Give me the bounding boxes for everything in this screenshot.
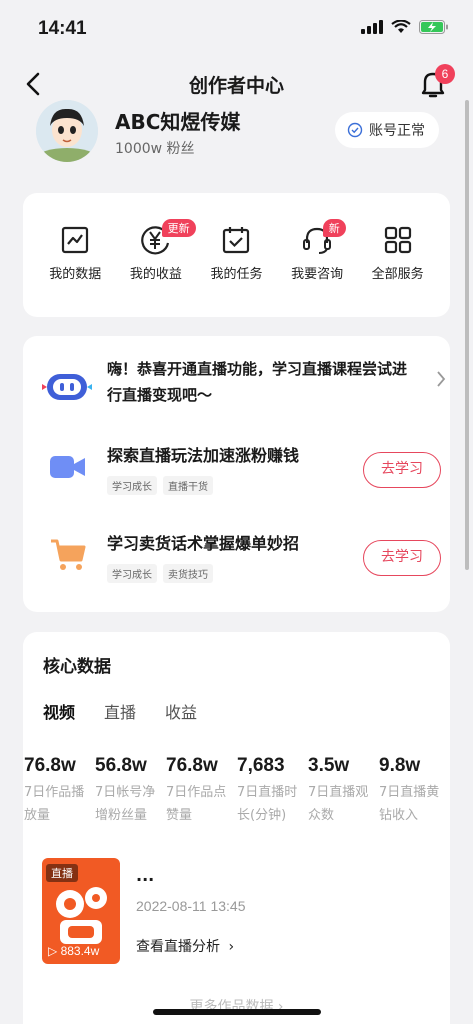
signal-icon (361, 20, 383, 34)
metric-label: 7日帐号净增粉丝量 (95, 785, 156, 823)
service-label: 我的数据 (49, 267, 102, 282)
tag: 卖货技巧 (163, 564, 213, 583)
metric-value: 3.5w (308, 755, 350, 776)
avatar[interactable] (36, 100, 98, 162)
learn-button[interactable]: 去学习 (363, 452, 441, 488)
metric-likes[interactable]: 76.8w 7日作品点赞量 (166, 755, 237, 827)
status-icons (361, 20, 449, 34)
live-promo-header[interactable]: 嗨！恭喜开通直播功能，学习直播课程尝试进行直播变现吧～ (41, 356, 446, 416)
metric-label: 7日作品点赞量 (166, 785, 227, 823)
update-badge: 更新 (161, 219, 196, 237)
shopping-cart-icon (51, 539, 86, 570)
tab-video[interactable]: 视频 (43, 699, 75, 723)
metrics-row: 76.8w 7日作品播放量 56.8w 7日帐号净增粉丝量 76.8w 7日作品… (0, 755, 473, 827)
tag-list: 学习成长 直播干货 (107, 476, 213, 495)
service-all[interactable]: 全部服务 (357, 225, 438, 317)
metric-label: 7日作品播放量 (24, 785, 85, 823)
services-card: 我的数据 更新 我的收益 我的任务 新 我要咨询 全部服务 (23, 193, 450, 317)
metric-yellow-diamond-income[interactable]: 9.8w 7日直播黄钻收入 (379, 755, 450, 827)
metric-label: 7日直播黄钻收入 (379, 785, 440, 823)
service-label: 我要咨询 (291, 267, 344, 282)
link-label: 查看直播分析 (136, 939, 220, 955)
service-consult[interactable]: 新 我要咨询 (277, 219, 358, 317)
battery-charging-icon (419, 20, 448, 34)
avatar-illustration (36, 100, 98, 162)
service-label: 全部服务 (371, 267, 424, 282)
metric-label: 7日直播时长(分钟) (237, 785, 298, 823)
video-camera-icon (50, 456, 85, 478)
metric-live-viewers[interactable]: 3.5w 7日直播观众数 (308, 755, 379, 827)
metric-value: 76.8w (24, 755, 76, 776)
service-my-earnings[interactable]: 更新 我的收益 (116, 219, 197, 317)
learn-row-sales-tips: 学习卖货话术掌握爆单妙招 学习成长 卖货技巧 去学习 (41, 530, 441, 590)
view-count-value: 883.4w (60, 944, 100, 958)
fan-count: 1000w 粉丝 (115, 141, 195, 157)
chevron-right-icon: › (228, 939, 235, 955)
metric-value: 76.8w (166, 755, 218, 776)
grid-icon (384, 226, 411, 254)
service-label: 我的任务 (210, 267, 263, 282)
metric-value: 56.8w (95, 755, 147, 776)
page-title: 创作者中心 (188, 75, 284, 97)
tag: 学习成长 (107, 564, 157, 583)
live-promo-headline: 嗨！恭喜开通直播功能，学习直播课程尝试进行直播变现吧～ (107, 360, 408, 404)
profile-name: ABC知煜传媒 (115, 110, 241, 134)
work-date: 2022-08-11 13:45 (136, 898, 246, 914)
tag: 直播干货 (163, 476, 213, 495)
work-thumbnail[interactable]: 直播 ▷ 883.4w (42, 858, 120, 964)
profile-header: ABC知煜传媒 1000w 粉丝 账号正常 (0, 98, 473, 178)
tag: 学习成长 (107, 476, 157, 495)
tab-earnings[interactable]: 收益 (165, 699, 197, 723)
status-bar: 14:41 (0, 0, 473, 60)
learn-button[interactable]: 去学习 (363, 540, 441, 576)
check-circle-icon (347, 122, 363, 138)
view-count: ▷ 883.4w (48, 944, 99, 958)
view-live-analysis-link[interactable]: 查看直播分析 › (136, 936, 234, 956)
tab-live[interactable]: 直播 (104, 699, 136, 723)
learn-row-title: 学习卖货话术掌握爆单妙招 (107, 534, 300, 553)
metric-value: 9.8w (379, 755, 421, 776)
metric-net-fans[interactable]: 56.8w 7日帐号净增粉丝量 (95, 755, 166, 827)
work-item[interactable]: 直播 ▷ 883.4w ... 2022-08-11 13:45 查看直播分析 … (42, 858, 442, 968)
service-label: 我的收益 (129, 267, 182, 282)
metric-play-count[interactable]: 76.8w 7日作品播放量 (24, 755, 95, 827)
chart-icon (62, 226, 89, 254)
account-status-button[interactable]: 账号正常 (335, 112, 439, 148)
learn-row-title: 探索直播玩法加速涨粉赚钱 (107, 446, 300, 465)
live-tag: 直播 (46, 864, 78, 882)
service-my-tasks[interactable]: 我的任务 (196, 225, 277, 317)
live-promo-card: 嗨！恭喜开通直播功能，学习直播课程尝试进行直播变现吧～ 探索直播玩法加速涨粉赚钱… (23, 336, 450, 612)
core-data-tabs: 视频 直播 收益 (43, 699, 197, 723)
home-indicator (153, 1009, 321, 1015)
metric-value: 7,683 (237, 755, 285, 776)
calendar-check-icon (223, 227, 250, 254)
new-badge: 新 (322, 219, 346, 237)
work-title: ... (136, 866, 155, 885)
service-my-data[interactable]: 我的数据 (35, 225, 116, 317)
metric-label: 7日直播观众数 (308, 785, 369, 823)
tag-list: 学习成长 卖货技巧 (107, 564, 213, 583)
learn-row-live-tips: 探索直播玩法加速涨粉赚钱 学习成长 直播干货 去学习 (41, 442, 441, 502)
play-icon: ▷ (48, 944, 58, 958)
robot-mascot-icon (42, 374, 92, 400)
metric-live-duration[interactable]: 7,683 7日直播时长(分钟) (237, 755, 308, 827)
core-data-title: 核心数据 (43, 657, 111, 677)
wifi-icon (391, 20, 411, 33)
status-time: 14:41 (38, 18, 87, 39)
chevron-right-icon (437, 371, 446, 387)
notification-badge: 6 (435, 64, 455, 84)
account-status-label: 账号正常 (369, 123, 425, 139)
